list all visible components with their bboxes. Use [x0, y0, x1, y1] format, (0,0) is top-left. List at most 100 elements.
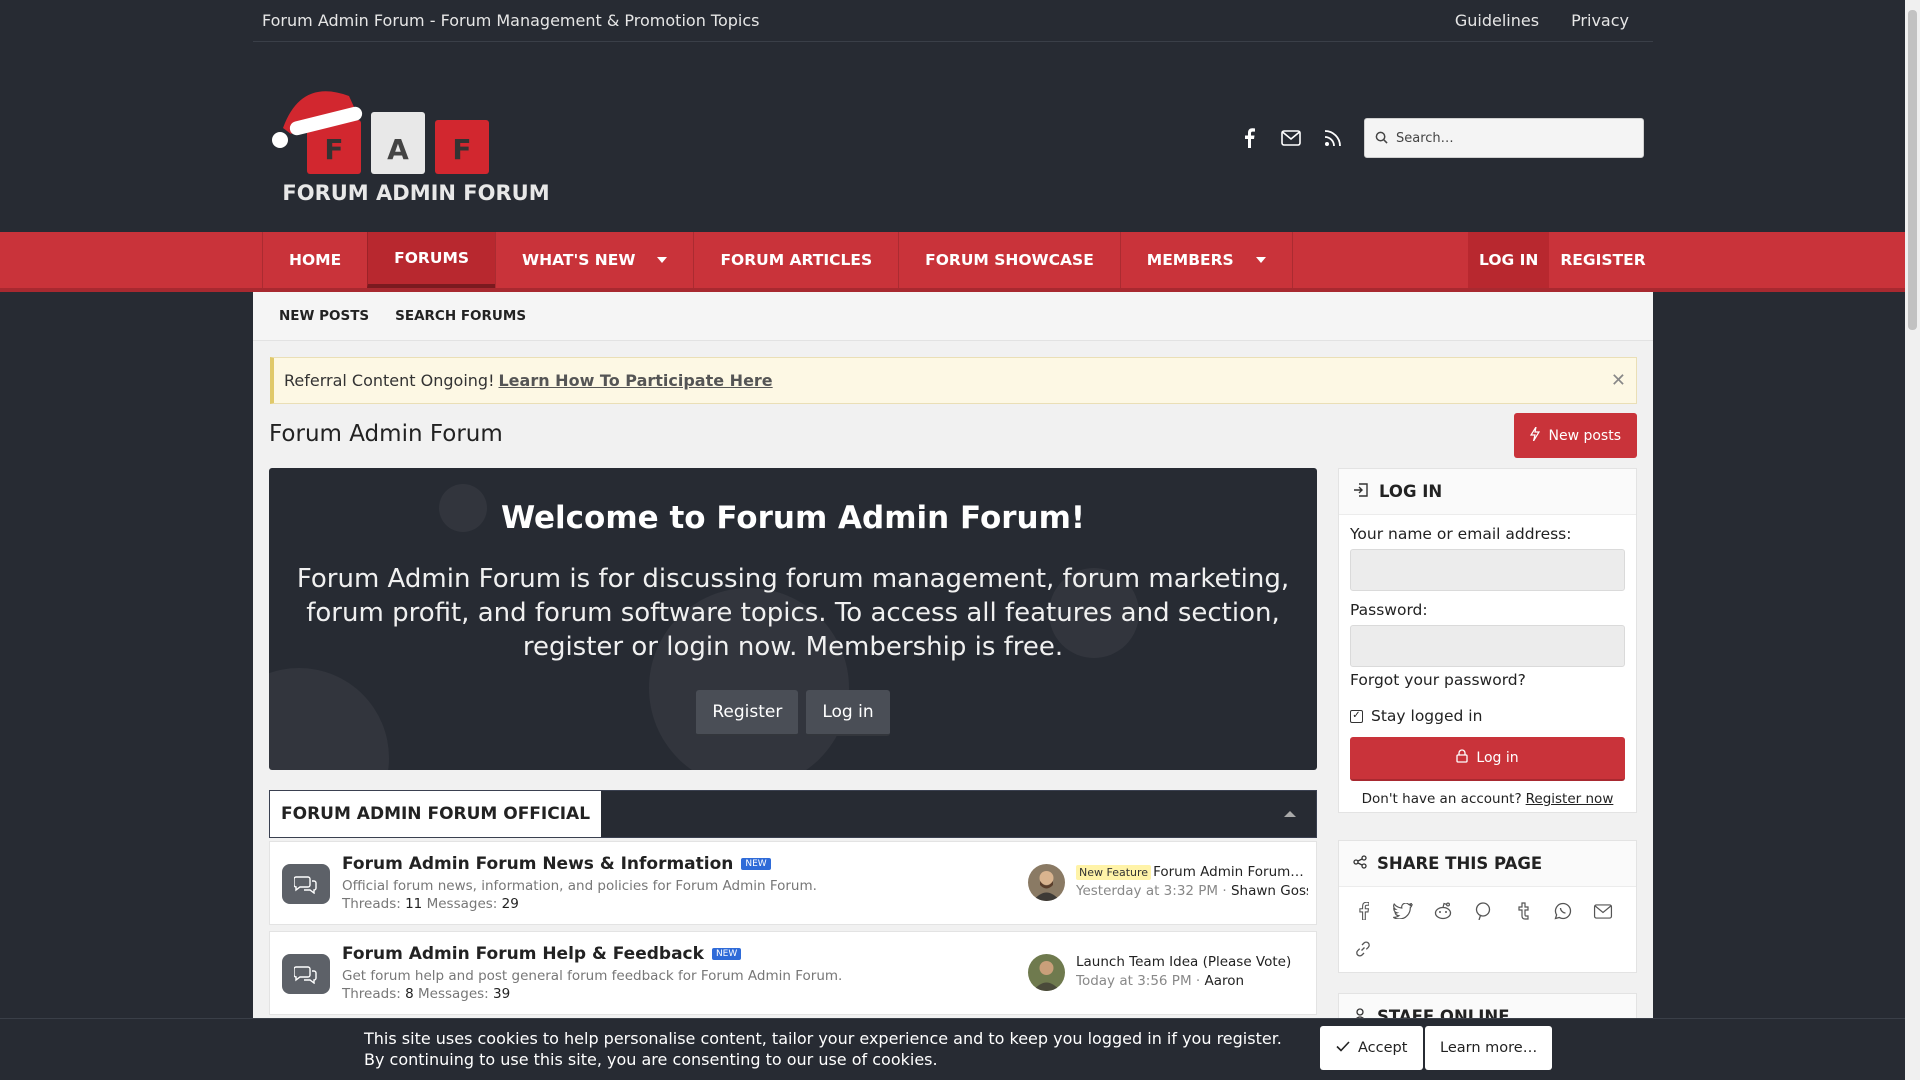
- last-post-time[interactable]: Today at 3:56 PM: [1076, 973, 1192, 989]
- welcome-login-button[interactable]: Log in: [806, 690, 890, 736]
- messages-count: 29: [501, 896, 519, 912]
- password-label: Password:: [1350, 601, 1428, 619]
- dropdown-caret-icon[interactable]: [657, 257, 668, 263]
- site-tagline: Forum Admin Forum - Forum Management & P…: [262, 11, 760, 30]
- threads-count: 11: [405, 896, 423, 912]
- forum-description: Official forum news, information, and po…: [342, 878, 817, 894]
- forgot-password-link[interactable]: Forgot your password?: [1350, 671, 1625, 689]
- rss-icon[interactable]: [1322, 127, 1344, 149]
- share-block-title: SHARE THIS PAGE: [1377, 854, 1543, 873]
- check-icon: [1336, 1040, 1350, 1056]
- category-header: FORUM ADMIN FORUM OFFICIAL: [269, 790, 1317, 838]
- sign-in-icon: [1353, 482, 1369, 501]
- guidelines-link[interactable]: Guidelines: [1455, 11, 1539, 30]
- avatar[interactable]: [1028, 864, 1065, 901]
- cookie-learn-more-button[interactable]: Learn more…: [1425, 1026, 1553, 1070]
- lock-icon: [1456, 749, 1469, 767]
- nav-login[interactable]: LOG IN: [1468, 232, 1550, 288]
- cookie-notice: This site uses cookies to help personali…: [0, 1018, 1920, 1080]
- email-icon[interactable]: [1593, 901, 1613, 921]
- nav-whats-new[interactable]: WHAT'S NEW: [495, 232, 693, 288]
- last-post-user[interactable]: Shawn Gossman: [1231, 883, 1308, 899]
- search-icon: [1375, 129, 1388, 148]
- new-posts-label: New posts: [1548, 427, 1621, 444]
- no-account-text: Don't have an account?: [1361, 791, 1522, 807]
- nav-members-label: MEMBERS: [1146, 251, 1234, 269]
- stay-logged-in[interactable]: ✓ Stay logged in: [1350, 707, 1625, 725]
- last-post-time[interactable]: Yesterday at 3:32 PM: [1076, 883, 1218, 899]
- subnav-new-posts[interactable]: NEW POSTS: [279, 308, 369, 324]
- last-post-title[interactable]: Launch Team Idea (Please Vote): [1076, 954, 1308, 970]
- last-post-meta: Yesterday at 3:32 PM · Shawn Gossman: [1076, 883, 1308, 899]
- welcome-banner: Welcome to Forum Admin Forum! Forum Admi…: [269, 468, 1317, 770]
- twitter-icon[interactable]: [1393, 901, 1413, 921]
- facebook-icon[interactable]: [1353, 901, 1373, 921]
- new-badge: NEW: [711, 948, 742, 960]
- logo-graphic: F A F FORUM ADMIN FORUM: [272, 91, 550, 205]
- subnav-search-forums[interactable]: SEARCH FORUMS: [395, 308, 526, 324]
- nav-forums[interactable]: FORUMS: [367, 232, 496, 288]
- last-post: Launch Team Idea (Please Vote) Today at …: [1076, 954, 1308, 989]
- login-submit-button[interactable]: Log in: [1350, 737, 1625, 781]
- password-input[interactable]: [1351, 626, 1624, 666]
- pinterest-icon[interactable]: [1473, 901, 1493, 921]
- envelope-icon[interactable]: [1280, 127, 1302, 149]
- main-navbar: HOME FORUMS WHAT'S NEW FORUM ARTICLES FO…: [0, 232, 1905, 292]
- header-tools: [1238, 118, 1644, 158]
- forum-chat-icon: [282, 864, 330, 904]
- last-post-user[interactable]: Aaron: [1204, 973, 1244, 989]
- username-input[interactable]: [1351, 550, 1624, 590]
- password-field[interactable]: [1350, 625, 1625, 667]
- nav-account: LOG IN REGISTER: [1468, 232, 1657, 288]
- whatsapp-icon[interactable]: [1553, 901, 1573, 921]
- last-post-title-text: Forum Admin Forum F…: [1153, 864, 1308, 880]
- username-field[interactable]: [1350, 549, 1625, 591]
- new-posts-button[interactable]: New posts: [1514, 413, 1637, 458]
- collapse-toggle-icon[interactable]: [1284, 811, 1296, 817]
- nav-forum-articles[interactable]: FORUM ARTICLES: [693, 232, 898, 288]
- welcome-register-button[interactable]: Register: [696, 690, 799, 736]
- link-icon[interactable]: [1353, 939, 1373, 959]
- cookie-accept-button[interactable]: Accept: [1320, 1026, 1424, 1070]
- privacy-link[interactable]: Privacy: [1571, 11, 1629, 30]
- nav-tabs: HOME FORUMS WHAT'S NEW FORUM ARTICLES FO…: [262, 232, 1293, 288]
- prefix-label: New Feature: [1076, 865, 1152, 880]
- forum-title[interactable]: Forum Admin Forum News & Information NEW: [342, 854, 771, 874]
- login-form: Your name or email address: Password: Fo…: [1339, 515, 1636, 817]
- referral-notice: Referral Content Ongoing! Learn How To P…: [270, 357, 1637, 404]
- site-logo[interactable]: F A F FORUM ADMIN FORUM: [271, 70, 571, 220]
- dropdown-caret-icon[interactable]: [1255, 257, 1266, 263]
- top-bar: Forum Admin Forum - Forum Management & P…: [253, 0, 1653, 42]
- nav-register[interactable]: REGISTER: [1549, 232, 1656, 288]
- nav-members[interactable]: MEMBERS: [1119, 232, 1293, 288]
- category-title[interactable]: FORUM ADMIN FORUM OFFICIAL: [270, 791, 602, 837]
- notice-link[interactable]: Learn How To Participate Here: [498, 371, 772, 390]
- checkbox-checked-icon[interactable]: ✓: [1350, 709, 1363, 723]
- last-post: New Feature Forum Admin Forum F… Yesterda…: [1076, 864, 1308, 899]
- close-icon[interactable]: ✕: [1611, 370, 1626, 391]
- logo-letter-2: A: [387, 133, 409, 166]
- search-box[interactable]: [1364, 118, 1644, 158]
- register-prompt: Don't have an account? Register now: [1350, 791, 1625, 807]
- share-block: SHARE THIS PAGE: [1338, 840, 1637, 973]
- scrollbar-thumb[interactable]: [1908, 10, 1917, 330]
- avatar[interactable]: [1028, 954, 1065, 991]
- bolt-icon: [1530, 426, 1541, 445]
- tumblr-icon[interactable]: [1513, 901, 1533, 921]
- reddit-icon[interactable]: [1433, 901, 1453, 921]
- page-scrollbar[interactable]: [1905, 0, 1920, 1080]
- last-post-title[interactable]: New Feature Forum Admin Forum F…: [1076, 864, 1308, 880]
- forum-title[interactable]: Forum Admin Forum Help & Feedback NEW: [342, 944, 742, 964]
- nav-home[interactable]: HOME: [262, 232, 367, 288]
- nav-forum-showcase[interactable]: FORUM SHOWCASE: [898, 232, 1120, 288]
- username-label: Your name or email address:: [1350, 525, 1572, 543]
- nav-whats-new-label: WHAT'S NEW: [522, 251, 636, 269]
- logo-letter-3: F: [452, 133, 471, 166]
- facebook-icon[interactable]: [1238, 127, 1260, 149]
- forum-description: Get forum help and post general forum fe…: [342, 968, 843, 984]
- messages-count: 39: [493, 986, 511, 1002]
- register-now-link[interactable]: Register now: [1526, 791, 1614, 807]
- share-block-header: SHARE THIS PAGE: [1339, 841, 1636, 887]
- forum-stats: Threads: 8 Messages: 39: [342, 986, 510, 1002]
- search-input[interactable]: [1396, 130, 1616, 146]
